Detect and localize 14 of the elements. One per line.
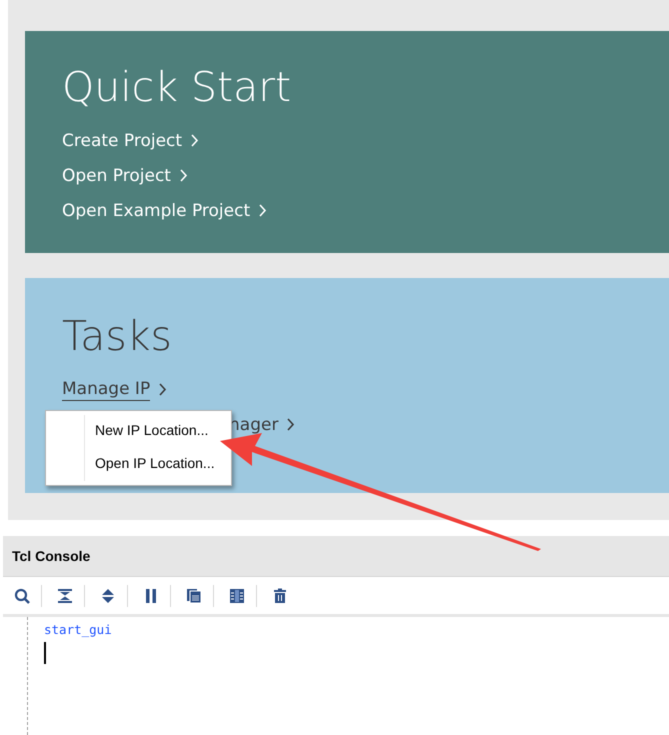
panel-title: Quick Start <box>62 62 292 113</box>
panel-title: Tasks <box>62 311 173 362</box>
chevron-icon <box>180 169 188 182</box>
chevron-icon <box>191 134 200 147</box>
chevron-icon <box>159 383 168 396</box>
chevron-icon <box>259 204 268 217</box>
quick-start-link[interactable]: Open Example Project <box>62 200 250 222</box>
quick-start-link[interactable]: Create Project <box>62 130 182 152</box>
console-line: start_gui <box>44 621 112 639</box>
panel-title: Tcl Console <box>12 548 90 564</box>
quick-start-link[interactable]: Open Project <box>62 164 171 186</box>
task-link[interactable]: Manage IP <box>62 378 150 401</box>
text-cursor <box>44 642 46 664</box>
chevron-icon <box>287 418 296 431</box>
